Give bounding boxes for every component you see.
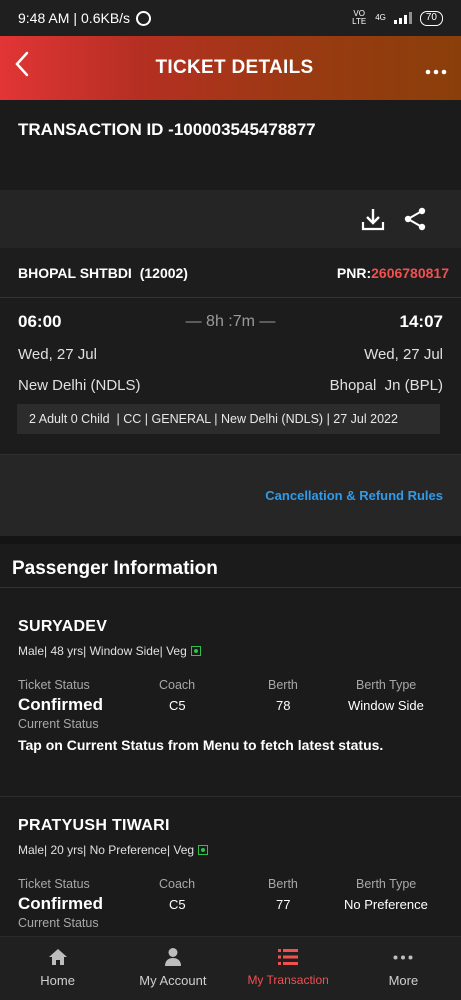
coach-cell: Coach C5 [159, 877, 249, 914]
ticket-actions [0, 190, 461, 248]
status-left: 9:48 AM | 0.6KB/s [18, 10, 152, 26]
current-status-label: Current Status [18, 916, 99, 930]
berth-type-cell: Berth Type Window Side [339, 678, 443, 715]
nav-more[interactable]: More [346, 937, 461, 1000]
berth-value: 78 [276, 698, 291, 713]
train-info: BHOPAL SHTBDI (12002) PNR:2606780817 [0, 248, 461, 298]
ticket-status-value: Confirmed [18, 894, 103, 913]
pnr: PNR:2606780817 [337, 265, 449, 281]
arrival-date: Wed, 27 Jul [364, 346, 443, 363]
berth-type-label: Berth Type [356, 877, 417, 891]
passenger-booking-grid: Ticket Status Confirmed Coach C5 Berth 7… [18, 877, 443, 914]
berth-cell: Berth 77 [249, 877, 339, 914]
passenger-meta-text: Male| 20 yrs| No Preference| Veg [18, 843, 195, 857]
current-status-label: Current Status [18, 717, 99, 731]
passenger-name: SURYADEV [18, 618, 108, 635]
download-button[interactable] [361, 207, 385, 231]
berth-cell: Berth 78 [249, 678, 339, 715]
overflow-menu-button[interactable] [425, 55, 447, 81]
signal-icon [393, 12, 412, 24]
status-right: VO LTE 4G 70 [351, 10, 443, 26]
coach-value: C5 [169, 897, 186, 912]
ticket-status-value: Confirmed [18, 695, 103, 714]
status-bar: 9:48 AM | 0.6KB/s VO LTE 4G 70 [0, 0, 461, 36]
veg-icon [198, 845, 209, 855]
page-title: TICKET DETAILS [155, 57, 314, 78]
veg-icon [190, 646, 201, 656]
nav-home-label: Home [40, 973, 75, 988]
departure-time: 06:00 [18, 312, 62, 331]
ticket-status-label: Ticket Status [18, 678, 90, 692]
berth-value: 77 [276, 897, 291, 912]
status-time: 9:48 AM [18, 10, 70, 26]
journey-summary: 2 Adult 0 Child | CC | GENERAL | New Del… [17, 404, 440, 434]
pnr-label: PNR: [336, 264, 372, 281]
share-icon [404, 207, 426, 231]
passenger-meta-text: Male| 48 yrs| Window Side| Veg [18, 644, 187, 658]
network-type-label: 4G [375, 13, 386, 22]
journey-times: 06:00 — 8h :7m — 14:07 [18, 312, 443, 332]
nav-more-label: More [388, 973, 419, 988]
cancellation-rules-link[interactable]: Cancellation & Refund Rules [265, 488, 443, 503]
transaction-id: TRANSACTION ID -100003545478877 [0, 100, 461, 190]
passenger-section-title: Passenger Information [0, 536, 461, 588]
bottom-navigation: Home My Account My Transaction More [0, 936, 461, 1000]
nav-my-transaction-label: My Transaction [247, 973, 329, 987]
arrival-time: 14:07 [399, 312, 443, 331]
nav-home[interactable]: Home [0, 937, 115, 1000]
journey-stations: New Delhi (NDLS) Bhopal Jn (BPL) [18, 377, 443, 394]
berth-type-label: Berth Type [356, 678, 417, 692]
pnr-value: 2606780817 [371, 264, 449, 281]
train-name: BHOPAL SHTBDI (12002) [18, 265, 188, 281]
nav-my-account-label: My Account [139, 973, 207, 988]
from-station: New Delhi (NDLS) [18, 377, 141, 394]
journey-dates: Wed, 27 Jul Wed, 27 Jul [18, 346, 443, 363]
berth-label: Berth [268, 877, 298, 891]
home-icon [48, 949, 67, 965]
volte-label: VO LTE [352, 9, 367, 26]
coach-cell: Coach C5 [159, 678, 249, 715]
departure-date: Wed, 27 Jul [18, 346, 97, 363]
nav-my-transaction[interactable]: My Transaction [231, 937, 346, 1000]
to-station: Bhopal Jn (BPL) [329, 377, 443, 394]
battery-icon: 70 [419, 10, 443, 26]
journey-details: 06:00 — 8h :7m — 14:07 Wed, 27 Jul Wed, … [0, 298, 461, 454]
chevron-left-icon [15, 51, 29, 77]
user-icon [164, 948, 181, 966]
passenger-meta: Male| 48 yrs| Window Side| Veg [18, 644, 443, 658]
train-number: (12002) [139, 264, 188, 281]
passenger-booking-grid: Ticket Status Confirmed Coach C5 Berth 7… [18, 678, 443, 715]
download-icon [361, 209, 385, 231]
berth-type-value: No Preference [344, 897, 428, 912]
passenger-meta: Male| 20 yrs| No Preference| Veg [18, 843, 443, 857]
share-button[interactable] [403, 207, 427, 231]
back-button[interactable] [14, 51, 44, 85]
ticket-status-cell: Ticket Status Confirmed [18, 877, 159, 914]
rules-bar: Cancellation & Refund Rules [0, 454, 461, 536]
app-bar: TICKET DETAILS [0, 36, 461, 100]
coach-value: C5 [169, 698, 186, 713]
train-name-text: BHOPAL SHTBDI [18, 264, 132, 281]
ticket-status-cell: Ticket Status Confirmed [18, 678, 159, 715]
passenger-card: SURYADEV Male| 48 yrs| Window Side| Veg … [0, 588, 461, 797]
list-icon [278, 949, 299, 965]
passenger-card: PRATYUSH TIWARI Male| 20 yrs| No Prefere… [0, 797, 461, 937]
whatsapp-icon [136, 10, 152, 26]
passenger-name: PRATYUSH TIWARI [18, 817, 170, 834]
coach-label: Coach [159, 877, 196, 891]
current-status-value: Tap on Current Status from Menu to fetch… [18, 737, 384, 753]
berth-type-value: Window Side [348, 698, 424, 713]
more-dots-icon [425, 69, 447, 75]
journey-duration: — 8h :7m — [185, 313, 276, 330]
status-speed: 0.6KB/s [81, 10, 131, 26]
ticket-status-label: Ticket Status [18, 877, 90, 891]
nav-my-account[interactable]: My Account [115, 937, 230, 1000]
more-dots-icon [393, 955, 413, 959]
berth-label: Berth [268, 678, 298, 692]
coach-label: Coach [159, 678, 196, 692]
berth-type-cell: Berth Type No Preference [339, 877, 443, 914]
